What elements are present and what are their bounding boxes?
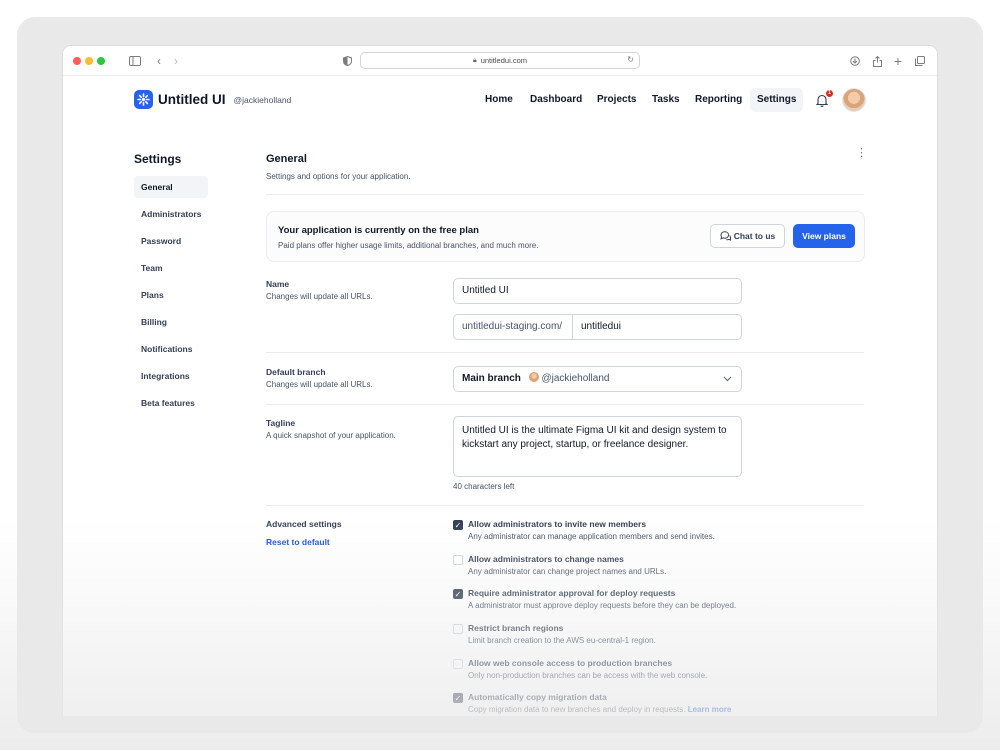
- nav-home[interactable]: Home: [478, 88, 520, 112]
- option-title: Allow administrators to invite new membe…: [468, 519, 647, 529]
- sidebar-item-billing[interactable]: Billing: [134, 311, 208, 333]
- view-plans-button[interactable]: View plans: [793, 224, 855, 248]
- sidebar-item-plans[interactable]: Plans: [134, 284, 208, 306]
- branch-name: Main branch: [462, 373, 521, 384]
- divider: [266, 404, 864, 405]
- reload-icon[interactable]: ↻: [627, 55, 634, 64]
- back-icon[interactable]: ‹: [151, 53, 167, 69]
- brand-handle: @jackieholland: [233, 94, 292, 105]
- option-description: A administrator must approve deploy requ…: [468, 601, 737, 610]
- default-branch-select[interactable]: Main branch @jackieholland: [453, 366, 742, 392]
- sidebar-item-notifications[interactable]: Notifications: [134, 338, 208, 360]
- brand-name: Untitled UI: [158, 92, 226, 107]
- page-subtitle: Settings and options for your applicatio…: [266, 172, 411, 181]
- option-title: Automatically copy migration data: [468, 692, 607, 702]
- default-branch-hint: Changes will update all URLs.: [266, 380, 373, 389]
- url-prefix: untitledui-staging.com/: [454, 315, 573, 339]
- default-branch-label: Default branch: [266, 367, 326, 377]
- option-title: Restrict branch regions: [468, 623, 564, 633]
- chat-to-us-label: Chat to us: [733, 231, 776, 241]
- url-slug: untitledui: [581, 321, 622, 332]
- nav-dashboard[interactable]: Dashboard: [523, 88, 589, 112]
- name-hint: Changes will update all URLs.: [266, 292, 373, 301]
- divider: [266, 505, 864, 506]
- option-description: Any administrator can manage application…: [468, 532, 715, 541]
- sidebar-title: Settings: [134, 152, 182, 166]
- checkbox-unchecked[interactable]: [453, 555, 463, 565]
- address-bar[interactable]: 🔒︎ untitledui.com ↻: [360, 52, 640, 69]
- checkbox-checked[interactable]: ✓: [453, 520, 463, 530]
- new-tab-icon[interactable]: +: [890, 53, 906, 69]
- close-window-button[interactable]: [73, 57, 81, 65]
- url-text: untitledui.com: [480, 56, 527, 65]
- checkbox-unchecked[interactable]: [453, 659, 463, 669]
- logo-icon: [134, 90, 153, 109]
- notification-badge: 1: [826, 90, 833, 97]
- option-description-text: Copy migration data to new branches and …: [468, 705, 686, 714]
- checkbox-checked[interactable]: ✓: [453, 589, 463, 599]
- nav-settings[interactable]: Settings: [750, 88, 804, 112]
- sidebar-item-team[interactable]: Team: [134, 257, 208, 279]
- option-title: Require administrator approval for deplo…: [468, 588, 676, 598]
- divider: [266, 352, 864, 353]
- name-label: Name: [266, 279, 290, 289]
- frame-bottom: [17, 716, 983, 733]
- branch-owner: @jackieholland: [541, 373, 610, 384]
- nav-reporting[interactable]: Reporting: [688, 88, 749, 112]
- sidebar-item-administrators[interactable]: Administrators: [134, 203, 208, 225]
- tagline-counter: 40 characters left: [453, 482, 515, 491]
- learn-more-link[interactable]: Learn more: [688, 705, 732, 714]
- option-description: Any administrator can change project nam…: [468, 567, 667, 576]
- plan-banner: Your application is currently on the fre…: [266, 211, 865, 262]
- lock-icon: 🔒︎: [472, 56, 477, 64]
- share-icon[interactable]: [869, 53, 885, 69]
- more-options-icon[interactable]: ⋮: [856, 148, 867, 159]
- divider: [266, 194, 864, 195]
- option-title: Allow web console access to production b…: [468, 658, 673, 668]
- forward-icon[interactable]: ›: [168, 53, 184, 69]
- url-input[interactable]: untitledui-staging.com/ untitledui: [453, 314, 742, 340]
- privacy-shield-icon[interactable]: [339, 53, 355, 69]
- sidebar-toggle-icon[interactable]: [127, 53, 143, 69]
- bell-icon[interactable]: [815, 94, 829, 112]
- plan-banner-subtitle: Paid plans offer higher usage limits, ad…: [278, 241, 539, 250]
- nav-tasks[interactable]: Tasks: [645, 88, 687, 112]
- reset-to-default-link[interactable]: Reset to default: [266, 537, 330, 547]
- sidebar-item-beta-features[interactable]: Beta features: [134, 392, 208, 414]
- checkbox-checked[interactable]: ✓: [453, 693, 463, 703]
- chevron-down-icon: [723, 367, 732, 391]
- advanced-settings-label: Advanced settings: [266, 519, 342, 529]
- tagline-textarea[interactable]: Untitled UI is the ultimate Figma UI kit…: [453, 416, 742, 477]
- page-title: General: [266, 153, 307, 165]
- maximize-window-button[interactable]: [97, 57, 105, 65]
- user-avatar[interactable]: [842, 88, 866, 112]
- nav-projects[interactable]: Projects: [590, 88, 643, 112]
- chat-to-us-button[interactable]: Chat to us: [710, 224, 785, 248]
- tab-overview-icon[interactable]: [912, 53, 928, 69]
- brand[interactable]: Untitled UI @jackieholland: [134, 90, 291, 109]
- plan-banner-title: Your application is currently on the fre…: [278, 225, 479, 236]
- tagline-hint: A quick snapshot of your application.: [266, 431, 396, 440]
- tagline-label: Tagline: [266, 418, 296, 428]
- download-icon[interactable]: [847, 53, 863, 69]
- sidebar-item-password[interactable]: Password: [134, 230, 208, 252]
- chat-icon: [719, 227, 731, 249]
- option-description: Copy migration data to new branches and …: [468, 705, 731, 714]
- option-description: Limit branch creation to the AWS eu-cent…: [468, 636, 656, 645]
- option-description: Only non-production branches can be acce…: [468, 671, 708, 680]
- owner-avatar: [528, 372, 539, 382]
- minimize-window-button[interactable]: [85, 57, 93, 65]
- checkbox-unchecked[interactable]: [453, 624, 463, 634]
- sidebar-item-integrations[interactable]: Integrations: [134, 365, 208, 387]
- browser-toolbar: ‹ › 🔒︎ untitledui.com ↻ +: [63, 46, 937, 76]
- option-title: Allow administrators to change names: [468, 554, 624, 564]
- name-input[interactable]: Untitled UI: [453, 278, 742, 304]
- sidebar-item-general[interactable]: General: [134, 176, 208, 198]
